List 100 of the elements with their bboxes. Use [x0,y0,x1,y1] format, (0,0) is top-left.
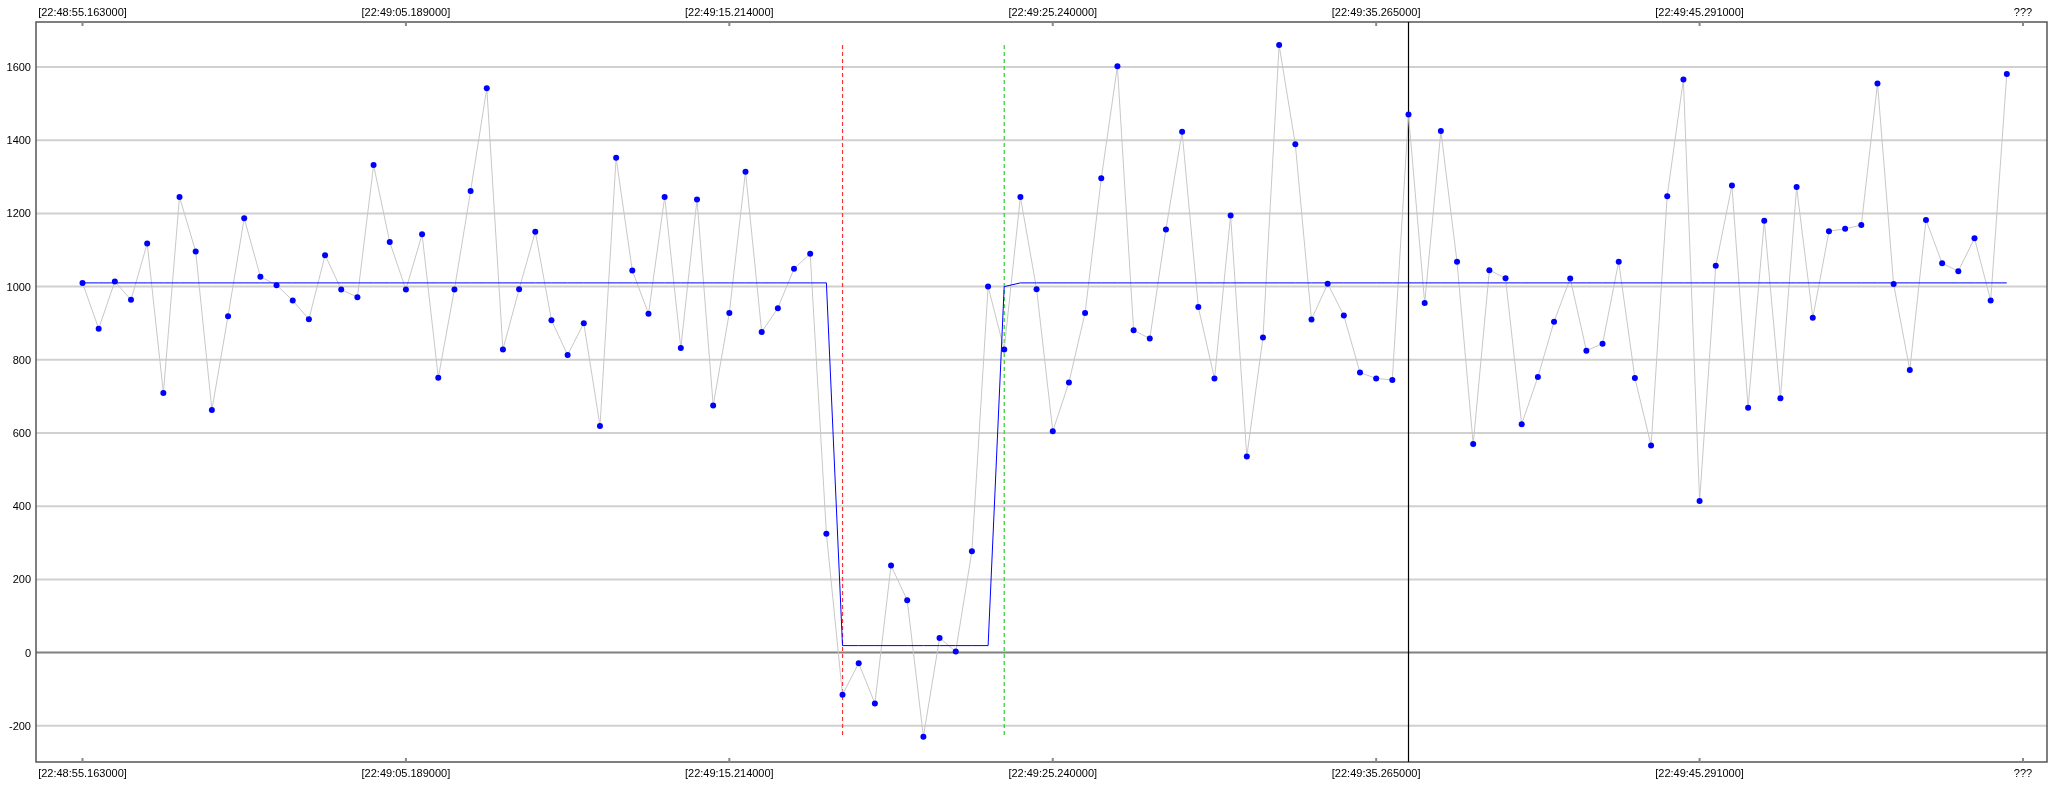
data-point [1874,80,1881,87]
data-point [1130,327,1137,334]
data-point [596,423,603,430]
data-point [1179,128,1186,135]
data-point [338,286,345,293]
data-point [499,346,506,353]
data-point [1696,498,1703,505]
axis-label: [22:49:15.214000] [685,767,774,779]
data-point [807,250,814,257]
data-point [2003,70,2010,77]
data-point [645,310,652,317]
data-point [1065,379,1072,386]
data-point [1389,376,1396,383]
data-point [1082,309,1089,316]
data-point [1615,258,1622,265]
axis-label: [22:49:05.189000] [361,767,451,779]
data-point [1777,395,1784,402]
axis-label: [22:49:05.189000] [361,6,451,18]
data-point [1146,335,1153,342]
data-point [1987,297,1994,304]
axis-label: [22:49:15.214000] [685,6,774,18]
data-point [548,317,555,324]
data-point [208,406,215,413]
axis-label: ??? [2013,6,2033,18]
data-point [1437,128,1444,135]
data-point [1906,367,1913,374]
data-point [160,390,167,397]
axis-label: [22:48:55.163000] [38,6,127,18]
data-point [1971,235,1978,242]
data-point [839,691,846,698]
data-point [322,252,329,259]
data-point [920,733,927,740]
axis-label: 200 [12,573,31,586]
data-point [1405,111,1412,118]
data-point [1939,260,1946,267]
axis-label: 1400 [6,134,31,147]
data-point [1761,217,1768,224]
data-point [1001,346,1008,353]
data-point [580,320,587,327]
data-point [726,309,733,316]
axis-label: 1200 [6,207,31,220]
axis-label: 600 [12,427,31,439]
data-point [483,85,490,92]
data-point [952,648,959,655]
data-point [823,530,830,537]
axis-label: [22:49:35.265000] [1331,6,1421,18]
data-point [1114,63,1121,70]
data-point [79,279,86,286]
axis-label: [22:49:35.265000] [1331,767,1421,779]
axis-label: [22:49:25.240000] [1008,6,1098,18]
data-point [1049,428,1056,435]
data-point [1842,225,1849,232]
data-point [451,286,458,293]
data-point [1211,375,1218,382]
axis-label: 1000 [6,280,31,293]
data-point [289,297,296,304]
data-point [1357,369,1363,376]
axis-label: [22:49:45.291000] [1655,6,1744,18]
data-point [1098,175,1105,182]
data-point [661,193,668,200]
data-point [1793,184,1800,191]
data-point [1858,222,1865,229]
data-point [1648,442,1655,449]
data-point [192,248,199,255]
axis-label: 800 [12,353,31,366]
data-point [111,278,118,285]
data-point [1583,347,1590,354]
data-point [1340,312,1347,319]
data-point [273,282,280,289]
data-point [467,188,474,195]
axis-label: 0 [24,646,31,659]
data-point [968,548,975,555]
data-point [1825,228,1832,235]
data-point [1922,217,1929,223]
data-point [1227,212,1234,219]
data-point [144,240,151,247]
data-point [855,660,862,667]
axis-label: [22:49:45.291000] [1655,767,1744,779]
axis-label: -200 [8,719,31,732]
data-point [1551,318,1558,325]
axis-label: 1600 [6,61,31,73]
axis-label: 400 [12,500,31,513]
data-point [257,273,264,280]
data-point [936,634,943,641]
data-point [532,228,539,235]
data-point [758,329,765,335]
data-point [564,352,571,359]
data-point [386,238,393,245]
data-point [1308,316,1315,323]
data-point [1292,141,1299,148]
data-point [871,700,878,707]
data-point [225,313,232,320]
data-point [1324,280,1331,287]
data-point [128,296,134,303]
data-point [516,286,523,293]
data-point [1534,374,1541,380]
data-point [904,597,911,604]
axis-label: [22:49:25.240000] [1008,767,1098,779]
data-point [791,265,797,272]
data-point [985,283,992,290]
